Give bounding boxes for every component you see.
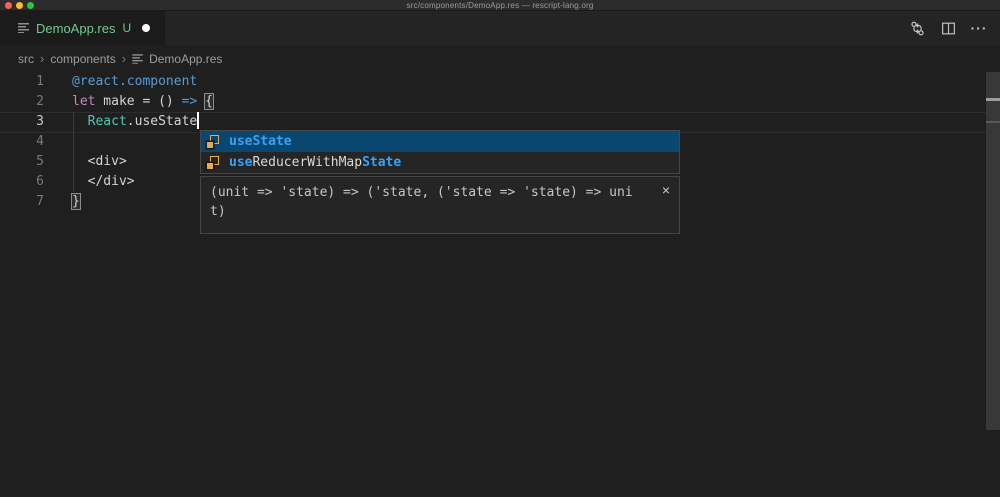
code-token — [72, 114, 88, 129]
suggestion-list: useState useReducerWithMapState — [200, 130, 680, 174]
code-token: .useState — [127, 114, 197, 129]
suggestion-doc-panel: (unit => 'state) => ('state, ('state => … — [200, 176, 680, 234]
code-line[interactable]: @react.component — [72, 72, 984, 92]
code-token: </div> — [72, 174, 135, 189]
close-icon[interactable]: × — [662, 182, 670, 198]
code-line[interactable]: React.useState — [72, 112, 984, 132]
line-number[interactable]: 7 — [0, 192, 44, 212]
code-line[interactable]: let make = () => { — [72, 92, 984, 112]
titlebar: src/components/DemoApp.res — rescript-la… — [0, 0, 1000, 11]
type-signature: (unit => 'state) => ('state, ('state => … — [210, 183, 653, 221]
suggestion-label: useState — [229, 134, 292, 149]
line-number[interactable]: 6 — [0, 172, 44, 192]
autocomplete-popup: useState useReducerWithMapState (unit => … — [200, 130, 680, 234]
code-token — [197, 94, 205, 109]
vscode-window: src/components/DemoApp.res — rescript-la… — [0, 0, 1000, 497]
more-actions-label: ··· — [971, 23, 988, 33]
split-editor-icon[interactable] — [939, 19, 957, 37]
code-token: React — [88, 114, 127, 129]
line-number[interactable]: 1 — [0, 72, 44, 92]
tab-label: DemoApp.res — [36, 21, 115, 36]
line-number[interactable]: 4 — [0, 132, 44, 152]
line-number[interactable]: 3 — [0, 112, 44, 132]
code-token: let — [72, 94, 95, 109]
symbol-class-icon — [205, 155, 221, 171]
file-icon — [18, 23, 29, 33]
code-token: <div> — [72, 154, 127, 169]
git-status-badge: U — [122, 21, 131, 35]
suggestion-item-useReducerWithMapState[interactable]: useReducerWithMapState — [201, 152, 679, 173]
code-token: => — [182, 94, 198, 109]
window-title: src/components/DemoApp.res — rescript-la… — [0, 1, 1000, 10]
text-cursor — [197, 112, 199, 129]
line-number[interactable]: 2 — [0, 92, 44, 112]
code-token: make = () — [95, 94, 181, 109]
tab-bar: DemoApp.res U ··· — [0, 11, 1000, 45]
breadcrumb: src › components › DemoApp.res — [0, 45, 1000, 72]
overview-ruler-mark — [986, 98, 1000, 101]
symbol-class-icon — [205, 134, 221, 150]
code-token: } — [72, 194, 80, 209]
more-actions-icon[interactable]: ··· — [970, 19, 988, 37]
editor-actions: ··· — [908, 11, 988, 45]
code-token: @react.component — [72, 74, 197, 89]
breadcrumb-item-file[interactable]: DemoApp.res — [149, 52, 222, 66]
tab-demoapp[interactable]: DemoApp.res U — [0, 11, 165, 45]
chevron-right-icon: › — [122, 51, 126, 66]
breadcrumb-item-components[interactable]: components — [50, 52, 115, 66]
overview-ruler-mark — [986, 121, 1000, 123]
suggestion-label: useReducerWithMapState — [229, 155, 401, 170]
chevron-right-icon: › — [40, 51, 44, 66]
line-number-gutter: 1234567 — [0, 72, 44, 212]
line-number[interactable]: 5 — [0, 152, 44, 172]
dirty-indicator-icon[interactable] — [142, 24, 150, 32]
scrollbar[interactable] — [986, 72, 1000, 430]
breadcrumb-item-src[interactable]: src — [18, 52, 34, 66]
open-changes-icon[interactable] — [908, 19, 926, 37]
code-token: { — [205, 94, 213, 109]
file-icon — [132, 54, 142, 64]
suggestion-item-useState[interactable]: useState — [201, 131, 679, 152]
